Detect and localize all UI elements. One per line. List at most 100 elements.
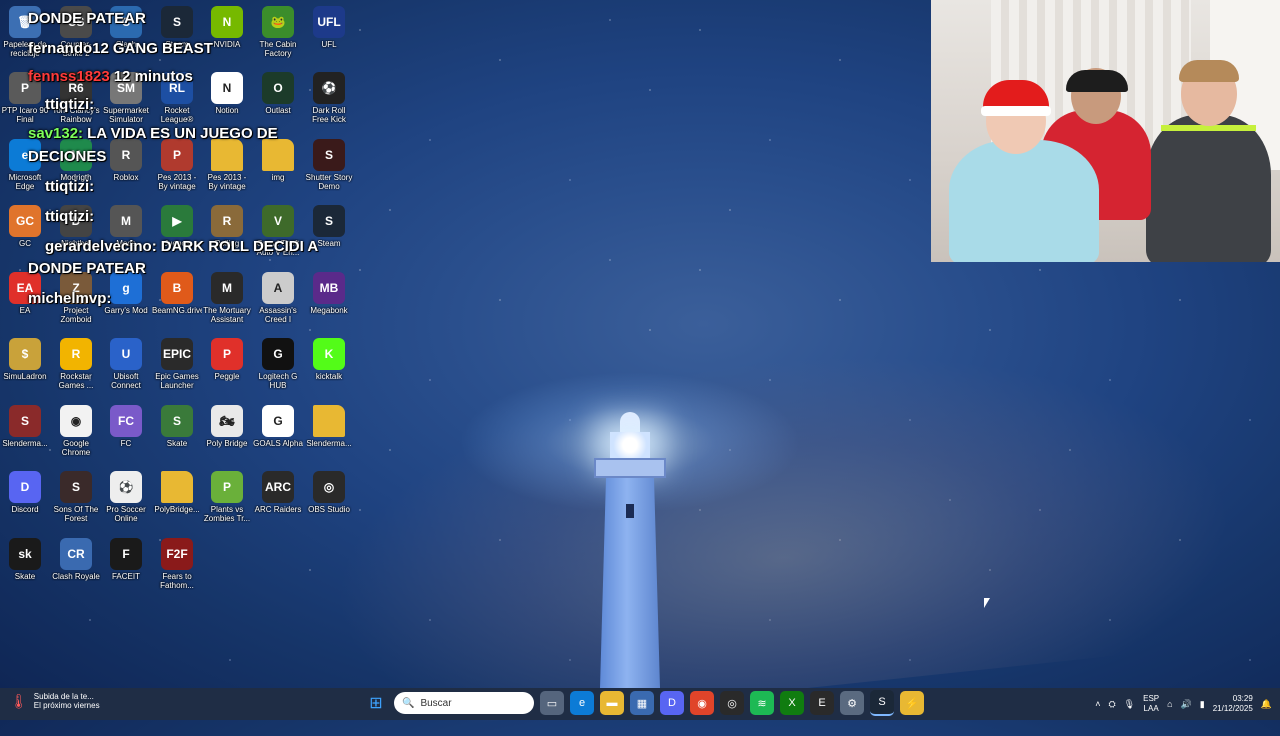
file-explorer-icon[interactable]: ▬ [600,691,624,715]
desktop-icon-game[interactable]: S Shutter Story Demo [304,139,354,191]
desktop-icon-game[interactable]: P Plants vs Zombies Tr... [202,471,252,523]
store-icon[interactable]: ▦ [630,691,654,715]
desktop-icon-notion[interactable]: N Notion [202,72,252,115]
desktop-icon-obs[interactable]: ◎ OBS Studio [304,471,354,514]
game-icon: F2F [161,538,193,570]
desktop-icon-game[interactable]: sk Skate [0,538,50,581]
desktop-icon-app[interactable]: D Nightbot [51,205,101,248]
desktop-icon-rocket[interactable]: RL Rocket League® [152,72,202,124]
desktop-icon-game[interactable]: F2F Fears to Fathom... [152,538,202,590]
desktop-icon-label: Peggle [214,372,240,381]
start-button[interactable]: ⊞ [364,691,388,715]
desktop-icon-gmod[interactable]: g Garry's Mod [101,272,151,315]
desktop-icon-game[interactable]: SM Supermarket Simulator [101,72,151,124]
mouse-cursor [984,598,990,608]
desktop-icon-game[interactable]: Z Project Zomboid [51,272,101,324]
logitech-icon: G [262,338,294,370]
network-icon[interactable]: ⛭ [1108,699,1115,710]
edge-icon[interactable]: e [570,691,594,715]
desktop-icon-edge[interactable]: e Microsoft Edge [0,139,50,191]
xbox-icon[interactable]: X [780,691,804,715]
search-box[interactable]: 🔍 Buscar [394,692,534,714]
desktop-icon-game[interactable]: FC FC [101,405,151,448]
desktop-icon-game[interactable]: S Skate [152,405,202,448]
epic-icon[interactable]: E [810,691,834,715]
notification-icon[interactable]: 🔔 [1261,699,1272,710]
desktop-icon-chrome[interactable]: ◉ Google Chrome [51,405,101,457]
desktop-icon-roblox[interactable]: R Roblox [101,139,151,182]
obs-icon[interactable]: ◎ [720,691,744,715]
desktop-icon-game[interactable]: ARC ARC Raiders [253,471,303,514]
settings-icon[interactable]: ⚙ [840,691,864,715]
desktop-icon-app[interactable]: M Mods [101,205,151,248]
desktop-icon-label: Juegos [164,239,190,248]
desktop-icon-game[interactable]: G GOALS Alpha [253,405,303,448]
clock[interactable]: 03:29 21/12/2025 [1213,694,1253,714]
desktop-icon-game[interactable]: A Assassin's Creed I [253,272,303,324]
desktop-icon-app[interactable]: M Modrigth [51,139,101,182]
desktop-icon-app[interactable]: B BeamNG.drive [152,272,202,315]
desktop-icon-game[interactable]: CR Clash Royale [51,538,101,581]
desktop-icon-label: UFL [321,40,337,49]
steam-icon[interactable]: S [870,690,894,716]
desktop-icon-label: GOALS Alpha [253,439,303,448]
desktop-icon-discord[interactable]: D Discord [0,471,50,514]
desktop-icon-folder[interactable]: Pes 2013 - By vintage Ga... [202,139,252,191]
volume-icon[interactable]: 🔊 [1181,699,1192,710]
desktop-icon-game[interactable]: MB Megabonk [304,272,354,315]
desktop-icon-winrar[interactable]: P Pes 2013 - By vintage Ga... [152,139,202,191]
desktop-icon-game[interactable]: R6 Tom Clancy's Rainbow Six... [51,72,101,124]
desktop-icon-gta[interactable]: V Grand Theft Auto V En... [253,205,303,257]
desktop-icon-frog[interactable]: 🐸 The Cabin Factory [253,6,303,58]
desktop-icon-steam[interactable]: S Steam [304,205,354,248]
desktop-icon-folder[interactable]: Slenderma... [304,405,354,448]
desktop-icon-app[interactable]: GC GC [0,205,50,248]
weather-widget[interactable]: 🌡 Subida de la te... El próximo viernes [10,692,100,710]
desktop-icon-app[interactable]: P PTP Icaro 90 Final [0,72,50,124]
game-icon: R6 [60,72,92,104]
desktop-icon-ea[interactable]: EA EA [0,272,50,315]
wifi-icon[interactable]: ⌂ [1167,699,1172,709]
desktop-icon-epic[interactable]: EPIC Epic Games Launcher [152,338,202,390]
desktop-icon-folder[interactable]: PolyBridge... [152,471,202,514]
desktop-icon-ball[interactable]: ⚽ Dark Roll Free Kick Challe... [304,72,354,124]
desktop-icon-winrar[interactable]: S Slenderma... [0,405,50,448]
desktop-icon-rockstar[interactable]: R Rockstar Games ... [51,338,101,390]
desktop-icon-game[interactable]: ▶ Juegos [152,205,202,248]
desktop-icon-steam[interactable]: S Steam [152,6,202,49]
desktop-icon-game[interactable]: O Outlast [253,72,303,115]
desktop-icon-label: Clash Royale [52,572,100,581]
app-icon: B [161,272,193,304]
desktop-icon-ubisoft[interactable]: U Ubisoft Connect [101,338,151,390]
ubisoft-icon: U [110,338,142,370]
desktop-icon-counter-strike[interactable]: CS Counter-Strike 2 [51,6,101,58]
desktop-icon-game[interactable]: $ SimuLadron [0,338,50,381]
desktop-icon-nvidia[interactable]: N NVIDIA [202,6,252,49]
desktop-icon-kick[interactable]: Kkicktalk [304,338,354,381]
desktop-icon-recycle-bin[interactable]: 🗑 Papelera de reciclaje [0,6,50,58]
task-view-icon[interactable]: ▭ [540,691,564,715]
desktop-icon-game[interactable]: S Sons Of The Forest [51,471,101,523]
desktop-icon-label: Steam [165,40,189,49]
desktop-icon-folder[interactable]: img [253,139,303,182]
folder-icon [211,139,243,171]
desktop-icon-faceit[interactable]: F FACEIT [101,538,151,581]
microphone-icon[interactable]: 🎙 [1124,699,1135,710]
desktop-icon-game[interactable]: 🏍 Poly Bridge [202,405,252,448]
language-indicator[interactable]: ESP LAA [1143,694,1159,714]
spotify-icon[interactable]: ≋ [750,691,774,715]
wallpaper-lighthouse [588,412,672,688]
desktop-icon-game[interactable]: C Clash [101,6,151,49]
chevron-up-icon[interactable]: ˄ [1095,699,1100,709]
battery-icon[interactable]: ▮ [1200,699,1205,710]
chrome-icon[interactable]: ◉ [690,691,714,715]
desktop-icon-label: Slenderma... [306,439,352,448]
desktop-icon-game[interactable]: P Peggle [202,338,252,381]
desktop-icon-ball[interactable]: ⚽ Pro Soccer Online [101,471,151,523]
desktop-icon-game[interactable]: R Rolling [202,205,252,248]
desktop-icon-game[interactable]: M The Mortuary Assistant [202,272,252,324]
desktop-icon-logitech[interactable]: G Logitech G HUB [253,338,303,390]
discord-icon[interactable]: D [660,691,684,715]
desktop-icon-ufl[interactable]: UFL UFL [304,6,354,49]
pinned-app-icon[interactable]: ⚡ [900,691,924,715]
